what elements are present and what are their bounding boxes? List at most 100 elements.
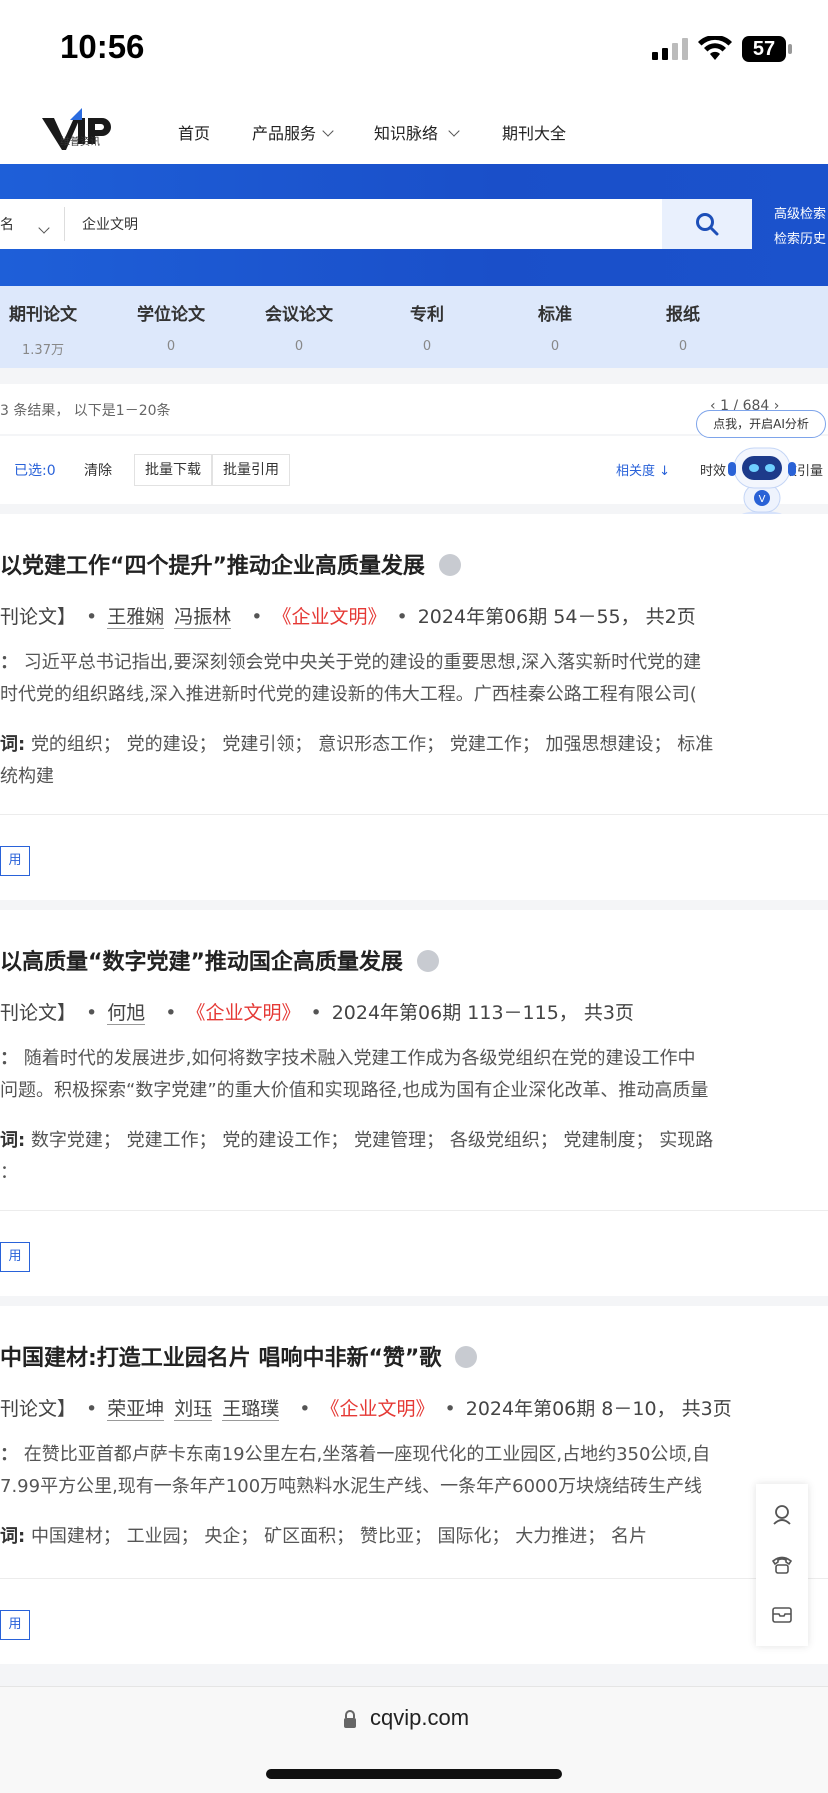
chevron-down-icon[interactable]: [38, 222, 50, 234]
keywords-line: 词: 数字党建； 党建工作； 党的建设工作； 党建管理； 各级党组织； 党建制度…: [0, 1126, 713, 1152]
result-meta: 刊论文】 • 荣亚坤 刘珏 王璐璞 • 《企业文明》 • 2024年第06期 8－10， 共3页: [0, 1398, 732, 1421]
divider: [0, 814, 828, 815]
result-meta: 刊论文】 • 王雅娴 冯振林 • 《企业文明》 • 2024年第06期 54－55， 共2页: [0, 606, 696, 629]
nav-home[interactable]: 首页: [178, 120, 210, 144]
abstract-line: ： 随着时代的发展进步,如何将数字技术融入党建工作成为各级党组织在党的建设工作中: [0, 1044, 695, 1070]
result-title[interactable]: 以高质量“数字党建”推动国企高质量发展: [0, 944, 439, 976]
result-title-text: 以高质量“数字党建”推动国企高质量发展: [0, 950, 403, 975]
batch-download-button[interactable]: 批量下载: [134, 454, 212, 486]
keywords-line[interactable]: ：: [0, 1158, 18, 1184]
results-toolbar: 已选:0 清除 批量下载 批量引用 相关度 ↓ 时效 被引量: [0, 436, 828, 504]
ai-robot-icon[interactable]: V: [720, 440, 804, 522]
browser-url-bar: cqvip.com: [0, 1686, 828, 1793]
abstract-label: ：: [0, 1048, 18, 1069]
journal-link[interactable]: 《企业文明》: [272, 606, 386, 628]
author-link[interactable]: 刘珏: [174, 1398, 213, 1421]
search-history-link[interactable]: 检索历史: [774, 228, 826, 247]
tab-newspaper[interactable]: 报纸 0: [628, 300, 738, 354]
result-card: 以高质量“数字党建”推动国企高质量发展 刊论文】 • 何旭 • 《企业文明》 • 2024年…: [0, 910, 828, 1296]
selected-count: 已选:0: [14, 463, 56, 479]
tab-label: 期刊论文: [9, 305, 77, 325]
author-link[interactable]: 荣亚坤: [107, 1398, 165, 1421]
tab-label: 报纸: [666, 305, 700, 325]
abstract-line: 问题。积极探索“数字党建”的重大价值和实现路径,也成为国有企业深化改革、推动高质…: [0, 1080, 709, 1101]
tab-count: 0: [166, 339, 176, 354]
author-link[interactable]: 王璐璞: [222, 1398, 280, 1421]
keywords-text[interactable]: 党的组织； 党的建设； 党建引领； 意识形态工作； 党建工作； 加强思想建设； …: [31, 734, 713, 755]
phone-icon[interactable]: [770, 1552, 794, 1576]
tab-count: 0: [422, 339, 432, 354]
nav-journals[interactable]: 期刊大全: [502, 120, 566, 144]
abstract-text: 在赞比亚首都卢萨卡东南19公里左右,坐落着一座现代化的工业园区,占地约350公顷…: [23, 1444, 711, 1465]
result-title[interactable]: 中国建材:打造工业园名片 唱响中非新“赞”歌: [0, 1340, 478, 1372]
tab-thesis[interactable]: 学位论文 0: [116, 300, 226, 354]
tab-conference[interactable]: 会议论文 0: [244, 300, 354, 354]
chevron-down-icon: [322, 125, 334, 137]
search-field-select[interactable]: 名: [0, 214, 14, 234]
nav-products-label: 产品服务: [252, 124, 317, 143]
status-bar: 10:56 57: [0, 0, 828, 98]
cellular-signal-icon: [652, 38, 688, 60]
article-type: 刊论文】: [0, 1398, 77, 1420]
tab-standard[interactable]: 标准 0: [500, 300, 610, 354]
keywords-text[interactable]: 数字党建； 党建工作； 党的建设工作； 党建管理； 各级党组织； 党建制度； 实…: [31, 1130, 713, 1151]
author-link[interactable]: 何旭: [107, 1002, 146, 1025]
keywords-text[interactable]: 中国建材； 工业园； 央企； 矿区面积； 赞比亚； 国际化； 大力推进； 名片: [31, 1526, 647, 1547]
sort-relevance[interactable]: 相关度 ↓: [616, 460, 670, 479]
advanced-search-link[interactable]: 高级检索: [774, 203, 826, 222]
tab-label: 标准: [538, 305, 572, 325]
tab-journal[interactable]: 期刊论文 1.37万: [0, 300, 98, 358]
divider: [0, 1210, 828, 1211]
url-text[interactable]: cqvip.com: [370, 1705, 469, 1731]
issue-info: 2024年第06期 8－10， 共3页: [465, 1398, 732, 1420]
result-title-text: 以党建工作“四个提升”推动企业高质量发展: [0, 554, 425, 579]
nav-knowledge[interactable]: 知识脉络: [374, 120, 460, 144]
tab-label: 会议论文: [265, 305, 333, 325]
search-button[interactable]: [662, 199, 752, 249]
result-title[interactable]: 以党建工作“四个提升”推动企业高质量发展: [0, 548, 461, 580]
logo-subtitle: 维普资讯: [60, 137, 100, 148]
search-icon: [696, 213, 719, 236]
open-access-icon: [438, 554, 461, 576]
tab-count: 0: [678, 339, 688, 354]
tab-label: 专利: [410, 305, 444, 325]
search-box: 名 企业文明: [0, 199, 752, 249]
abstract-text: 随着时代的发展进步,如何将数字技术融入党建工作成为各级党组织在党的建设工作中: [23, 1048, 696, 1069]
result-card: 中国建材:打造工业园名片 唱响中非新“赞”歌 刊论文】 • 荣亚坤 刘珏 王璐璞 • 《企业…: [0, 1306, 828, 1664]
ai-analysis-bubble[interactable]: 点我，开启AI分析: [696, 410, 826, 438]
floating-tools: [756, 1484, 808, 1646]
customer-service-icon[interactable]: [770, 1502, 794, 1526]
journal-link[interactable]: 《企业文明》: [321, 1398, 435, 1420]
abstract-label: ：: [0, 1444, 18, 1465]
wifi-icon: [698, 36, 732, 60]
vip-logo[interactable]: [40, 106, 120, 156]
open-access-icon: [455, 1346, 478, 1368]
message-icon[interactable]: [770, 1602, 794, 1626]
divider: [64, 207, 65, 241]
journal-link[interactable]: 《企业文明》: [186, 1002, 300, 1024]
issue-info: 2024年第06期 113－115， 共3页: [331, 1002, 634, 1024]
battery-tip: [788, 44, 792, 54]
keywords-line[interactable]: 统构建: [0, 762, 54, 788]
issue-info: 2024年第06期 54－55， 共2页: [417, 606, 696, 628]
batch-cite-button[interactable]: 批量引用: [212, 454, 290, 486]
category-tabs: 期刊论文 1.37万 学位论文 0 会议论文 0 专利 0 标准 0 报纸 0: [0, 286, 828, 368]
abstract-label: ：: [0, 652, 18, 673]
cite-button[interactable]: 用: [0, 1610, 30, 1640]
article-type: 刊论文】: [0, 606, 77, 628]
search-input[interactable]: 企业文明: [82, 214, 138, 234]
status-time: 10:56: [60, 28, 145, 65]
cite-button[interactable]: 用: [0, 846, 30, 876]
battery-icon: 57: [742, 36, 786, 62]
nav-products[interactable]: 产品服务: [252, 120, 334, 144]
tab-count: 0: [550, 339, 560, 354]
cite-button[interactable]: 用: [0, 1242, 30, 1272]
abstract-text: 习近平总书记指出,要深刻领会党中央关于党的建设的重要思想,深入落实新时代党的建: [23, 652, 702, 673]
keywords-line: 词: 党的组织； 党的建设； 党建引领； 意识形态工作； 党建工作； 加强思想建…: [0, 730, 713, 756]
site-header: 维普资讯 首页 产品服务 知识脉络 期刊大全: [0, 98, 828, 164]
author-link[interactable]: 冯振林: [174, 606, 232, 629]
svg-text:V: V: [759, 494, 766, 505]
author-link[interactable]: 王雅娴: [107, 606, 165, 629]
clear-button[interactable]: 清除: [84, 460, 112, 480]
tab-patent[interactable]: 专利 0: [372, 300, 482, 354]
